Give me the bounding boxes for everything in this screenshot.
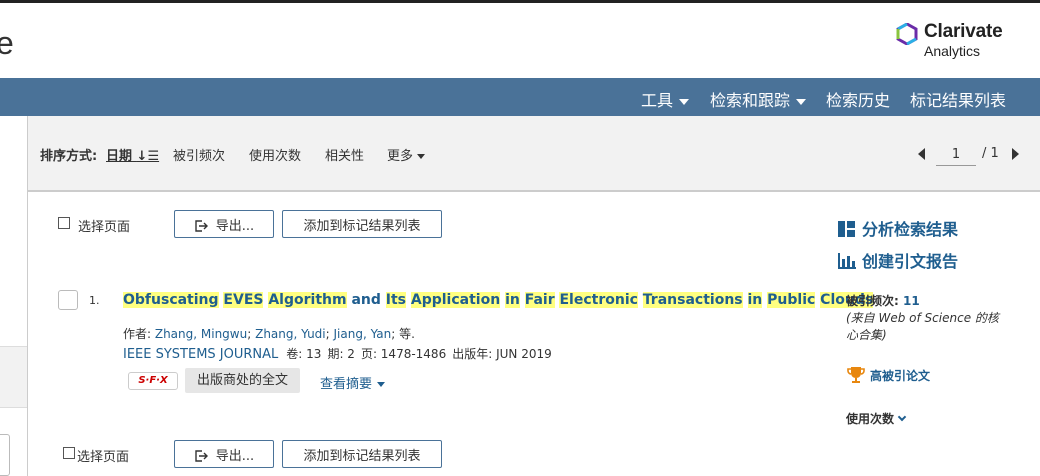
export-icon <box>195 450 208 462</box>
volume: 卷: 13 <box>286 347 322 361</box>
refine-panel-edge <box>0 116 28 476</box>
export-icon <box>195 220 208 232</box>
nav-search-track-label: 检索和跟踪 <box>710 91 791 110</box>
author-link[interactable]: Zhang, Mingwu <box>155 327 247 341</box>
previous-page-icon[interactable] <box>918 148 925 160</box>
usage-count-label: 使用次数 <box>846 412 895 426</box>
bar-chart-icon <box>838 253 856 269</box>
page-total: / 1 <box>982 146 999 161</box>
title-highlighted-word: EVES <box>223 292 264 308</box>
citation-report-label: 创建引文报告 <box>862 252 959 271</box>
chevron-down-icon <box>796 98 807 105</box>
authors-label: 作者: <box>123 327 155 341</box>
highly-cited-paper-link[interactable]: 高被引论文 <box>846 366 930 384</box>
times-cited-count[interactable]: 11 <box>903 294 920 308</box>
highly-cited-label: 高被引论文 <box>870 369 931 383</box>
title-highlighted-word: in <box>505 292 520 308</box>
refine-panel-band <box>0 346 27 408</box>
sort-date[interactable]: 日期 ↓☰ <box>106 145 159 164</box>
nav-search-history[interactable]: 检索历史 <box>826 87 890 111</box>
title-highlighted-word: Public <box>767 292 816 308</box>
nav-tools[interactable]: 工具 <box>641 87 690 111</box>
journal-link[interactable]: IEEE SYSTEMS JOURNAL <box>123 347 278 362</box>
add-to-marked-list-button-bottom[interactable]: 添加到标记结果列表 <box>282 440 442 468</box>
result-source: IEEE SYSTEMS JOURNAL 卷: 13 期: 2 页: 1478-148… <box>123 345 558 362</box>
author-link[interactable]: Jiang, Yan <box>334 327 392 341</box>
publisher-full-text-button[interactable]: 出版商处的全文 <box>185 368 301 393</box>
sfx-button[interactable]: S·F·X <box>128 372 178 390</box>
title-highlighted-word: Fair <box>524 292 555 308</box>
title-highlighted-word: Application <box>410 292 501 308</box>
result-title-link[interactable]: Obfuscating EVES Algorithm and Its Appli… <box>123 292 874 308</box>
result-authors: 作者: Zhang, Mingwu; Zhang, Yudi; Jiang, Y… <box>123 325 415 342</box>
analyze-results-label: 分析检索结果 <box>862 220 959 239</box>
author-separator: ; <box>247 327 256 341</box>
sort-descending-icon: ↓☰ <box>136 149 160 164</box>
times-cited: 被引频次: 11 <box>846 292 920 309</box>
select-page-label-bottom: 选择页面 <box>77 450 130 465</box>
title-highlighted-word: Electronic <box>559 292 638 308</box>
title-word <box>743 292 748 308</box>
chevron-down-icon <box>679 98 690 105</box>
app-header: e Clarivate Analytics <box>0 3 1040 78</box>
select-page-checkbox-bottom[interactable] <box>63 447 75 459</box>
nav-search-track[interactable]: 检索和跟踪 <box>710 87 807 111</box>
add-to-marked-list-button[interactable]: 添加到标记结果列表 <box>282 210 442 238</box>
view-abstract-label: 查看摘要 <box>320 377 373 392</box>
nav-marked-list[interactable]: 标记结果列表 <box>910 87 1006 111</box>
citation-report-link[interactable]: 创建引文报告 <box>838 248 958 272</box>
sort-date-label: 日期 <box>106 149 133 164</box>
pub-year: 出版年: JUN 2019 <box>452 347 552 361</box>
logo-sub: Analytics <box>924 43 981 59</box>
caret-down-icon <box>377 382 386 387</box>
title-word <box>520 292 525 308</box>
sort-relevance[interactable]: 相关性 <box>325 145 364 164</box>
title-highlighted-word: Its <box>385 292 406 308</box>
trophy-icon <box>847 367 865 383</box>
result-checkbox[interactable] <box>58 290 78 310</box>
export-button[interactable]: 导出... <box>174 210 274 238</box>
caret-down-icon <box>417 154 426 159</box>
title-highlighted-word: Transactions <box>642 292 743 308</box>
view-abstract-link[interactable]: 查看摘要 <box>320 373 386 392</box>
title-highlighted-word: Algorithm <box>268 292 347 308</box>
nav-tools-label: 工具 <box>641 91 674 110</box>
export-button-label: 导出... <box>215 218 255 234</box>
author-link[interactable]: Zhang, Yudi <box>255 327 326 341</box>
sort-bar: 排序方式: 日期 ↓☰ 被引频次 使用次数 相关性 更多 / 1 <box>28 116 1040 192</box>
analyze-results-icon <box>838 221 855 237</box>
page-number-input[interactable] <box>936 144 976 166</box>
app-title-fragment: e <box>0 25 14 61</box>
export-button-bottom[interactable]: 导出... <box>174 440 274 468</box>
logo-brand: Clarivate <box>924 21 1003 42</box>
times-cited-note: (来自 Web of Science 的核心合集) <box>846 311 999 342</box>
next-page-icon[interactable] <box>1012 148 1019 160</box>
times-cited-label: 被引频次: <box>846 294 903 308</box>
select-page-label: 选择页面 <box>78 220 131 235</box>
title-highlighted-word: in <box>747 292 763 308</box>
select-page-checkbox[interactable] <box>58 217 70 229</box>
sort-more-label: 更多 <box>387 149 414 164</box>
usage-count-toggle[interactable]: 使用次数 <box>846 410 907 427</box>
main-navbar: 工具 检索和跟踪 检索历史 标记结果列表 <box>0 78 1040 116</box>
issue: 期: 2 <box>327 347 355 361</box>
sort-label: 排序方式: <box>40 149 98 164</box>
chevron-down-icon <box>897 412 907 422</box>
authors-etal: ; 等. <box>391 327 415 341</box>
sfx-label: S·F·X <box>138 375 168 386</box>
sort-usage-count[interactable]: 使用次数 <box>249 145 301 164</box>
analyze-results-link[interactable]: 分析检索结果 <box>838 216 958 240</box>
sort-more[interactable]: 更多 <box>387 145 426 164</box>
pages: 页: 1478-1486 <box>360 347 447 361</box>
author-separator: ; <box>325 327 334 341</box>
export-button-label: 导出... <box>215 448 255 464</box>
title-word: and <box>346 292 386 308</box>
refine-panel-input-stub[interactable] <box>0 434 10 476</box>
result-number: 1. <box>89 294 100 307</box>
sort-times-cited[interactable]: 被引频次 <box>173 145 225 164</box>
clarivate-logo-icon <box>896 23 918 45</box>
title-highlighted-word: Obfuscating <box>123 292 219 308</box>
